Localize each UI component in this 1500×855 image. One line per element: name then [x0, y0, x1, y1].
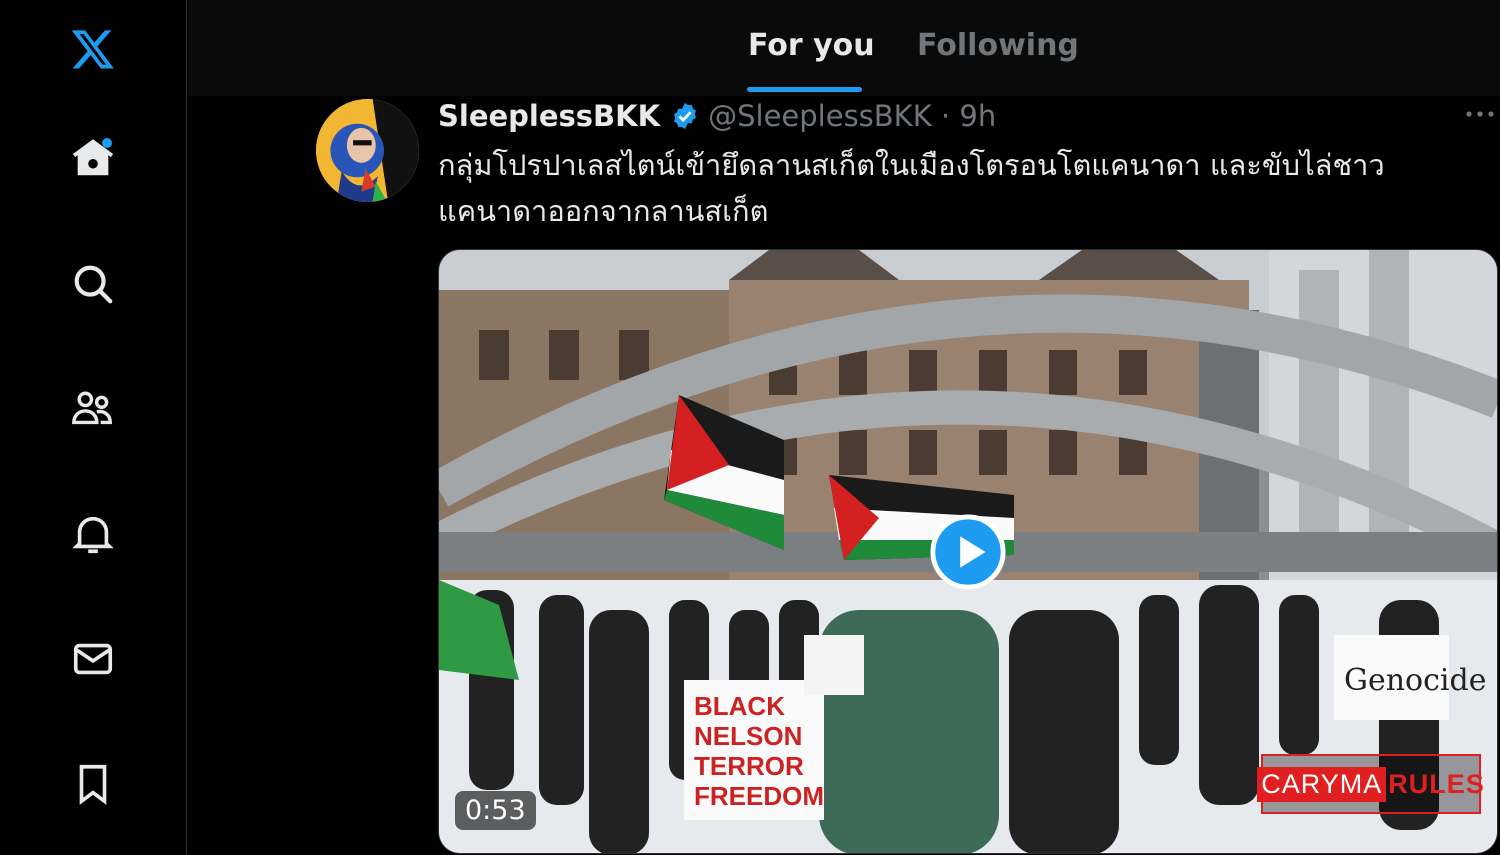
timeline-tabs: For you Following [188, 0, 1500, 96]
tweet-header: SleeplessBKK @SleeplessBKK · 9h [438, 96, 996, 136]
search-icon[interactable] [68, 259, 118, 309]
svg-text:TERROR: TERROR [694, 751, 804, 781]
svg-text:FREEDOM: FREEDOM [694, 781, 824, 811]
video-duration-badge: 0:53 [455, 791, 536, 830]
avatar[interactable] [316, 99, 419, 202]
handle-and-timestamp[interactable]: @SleeplessBKK · 9h [708, 99, 996, 133]
tweet-text: กลุ่มโปรปาเลสไตน์เข้ายึดลานสเก็ตในเมืองโ… [438, 148, 1385, 228]
notifications-icon[interactable] [68, 509, 118, 559]
svg-text:BLACK: BLACK [694, 691, 785, 721]
active-tab-indicator [747, 87, 862, 92]
tab-for-you[interactable]: For you [748, 28, 875, 63]
more-options-icon[interactable] [1463, 104, 1497, 124]
communities-icon[interactable] [68, 384, 118, 434]
x-logo-icon[interactable] [68, 24, 118, 74]
watermark-part-b: RULES [1388, 768, 1485, 799]
watermark-part-a: CARYMA [1257, 766, 1387, 802]
tab-following[interactable]: Following [917, 28, 1079, 63]
video-watermark: CARYMA RULES [1257, 754, 1484, 814]
bookmarks-icon[interactable] [68, 759, 118, 809]
svg-text:Genocide: Genocide [1344, 663, 1486, 698]
home-icon[interactable] [68, 134, 118, 184]
display-name[interactable]: SleeplessBKK [438, 99, 660, 133]
svg-text:NELSON: NELSON [694, 721, 802, 751]
sidebar-nav [0, 0, 187, 855]
notification-dot [102, 138, 112, 148]
verified-badge-icon [674, 102, 697, 130]
play-button-icon[interactable] [929, 513, 1007, 591]
messages-icon[interactable] [68, 634, 118, 684]
